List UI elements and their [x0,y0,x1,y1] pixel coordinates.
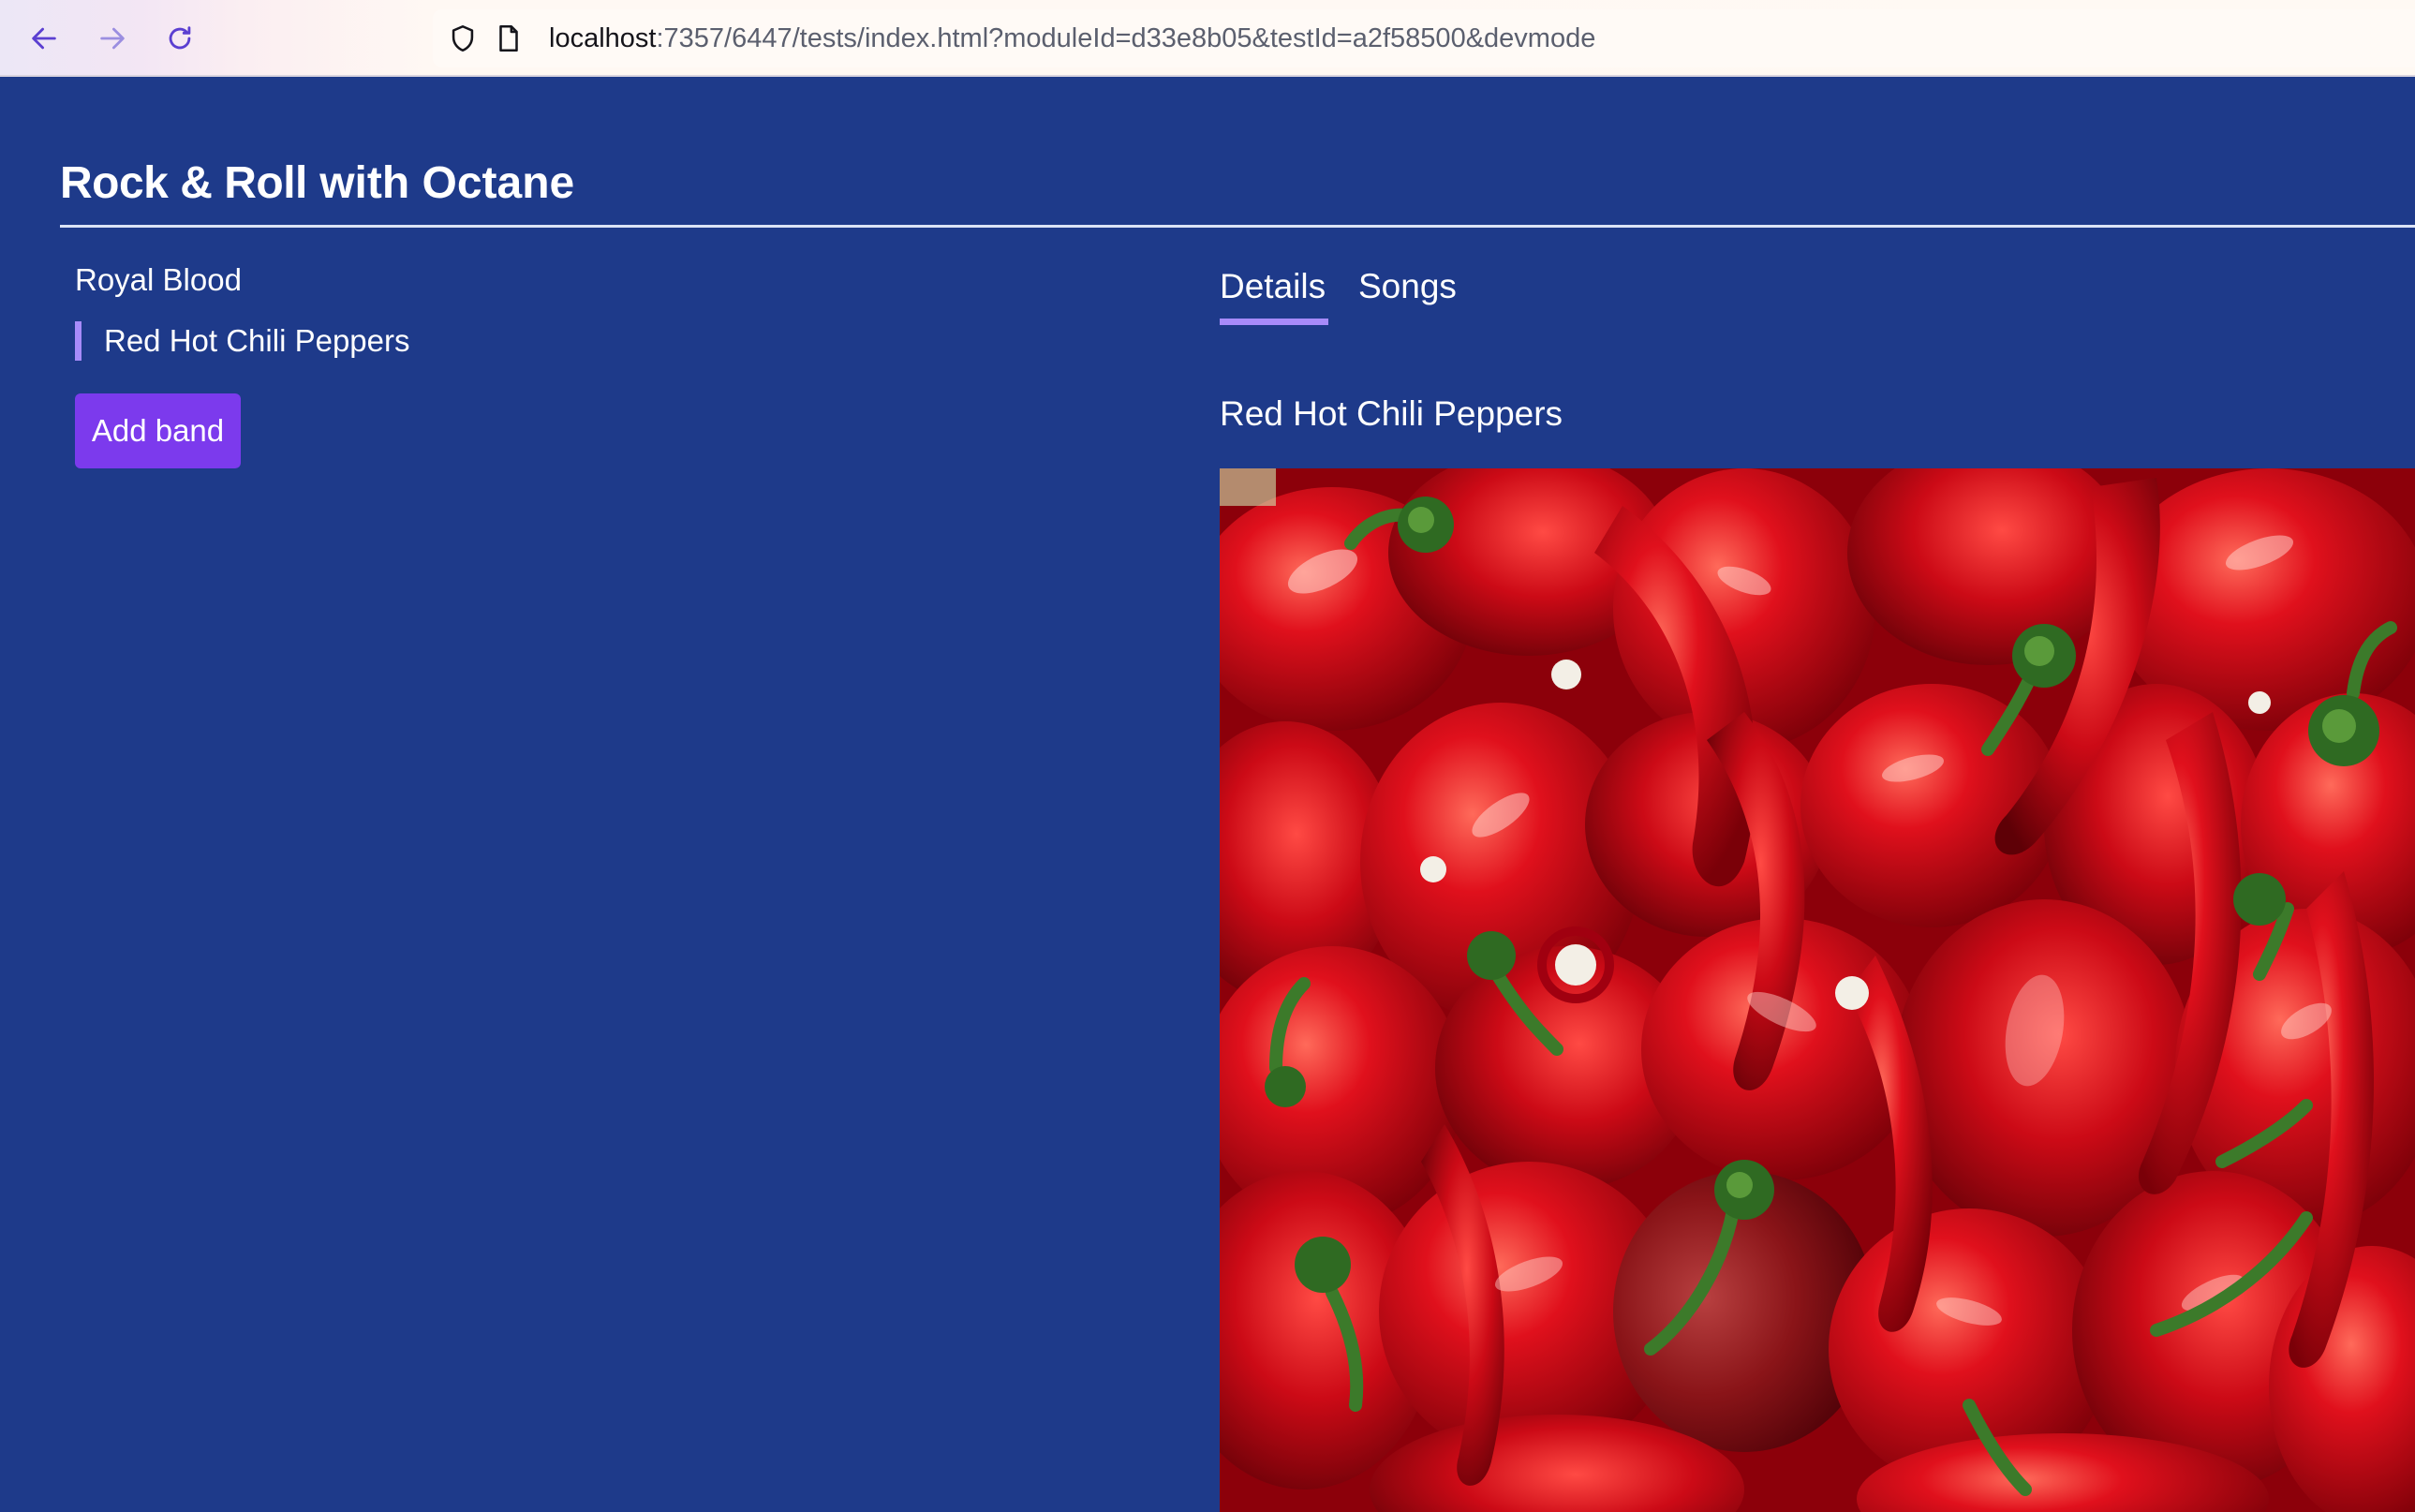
arrow-right-icon [100,27,125,50]
arrow-left-icon [32,27,56,50]
forward-button[interactable] [91,17,134,60]
active-tab-indicator [1220,319,1328,325]
app-title: Rock & Roll with Octane [60,154,574,214]
shield-icon[interactable] [447,22,479,54]
tab-details[interactable]: Details [1220,264,1326,309]
band-list-item[interactable]: Royal Blood [75,260,242,300]
reload-button[interactable] [158,17,201,60]
back-button[interactable] [22,17,66,60]
page-icon[interactable] [493,22,525,54]
band-list-item-label: Royal Blood [75,262,242,297]
band-list-item-active[interactable]: Red Hot Chili Peppers [75,321,410,361]
browser-toolbar: localhost:7357/6447/tests/index.html?mod… [0,0,2415,77]
band-list-item-label: Red Hot Chili Peppers [104,323,410,358]
band-detail-name: Red Hot Chili Peppers [1220,394,1563,433]
url-path: :7357/6447/tests/index.html?moduleId=d33… [656,23,1596,53]
tab-songs[interactable]: Songs [1358,264,1457,309]
url-host: localhost [549,23,657,53]
reload-icon [169,26,191,50]
url-text[interactable]: localhost:7357/6447/tests/index.html?mod… [549,22,1595,54]
red-peppers-image [1220,468,2415,1512]
app-title-rest: with Octane [306,158,575,208]
title-divider [60,225,2415,228]
add-band-button[interactable]: Add band [75,393,241,468]
address-bar[interactable]: localhost:7357/6447/tests/index.html?mod… [433,9,2415,67]
app-title-strong: Rock & Roll [60,158,307,208]
band-image [1220,468,2415,1512]
